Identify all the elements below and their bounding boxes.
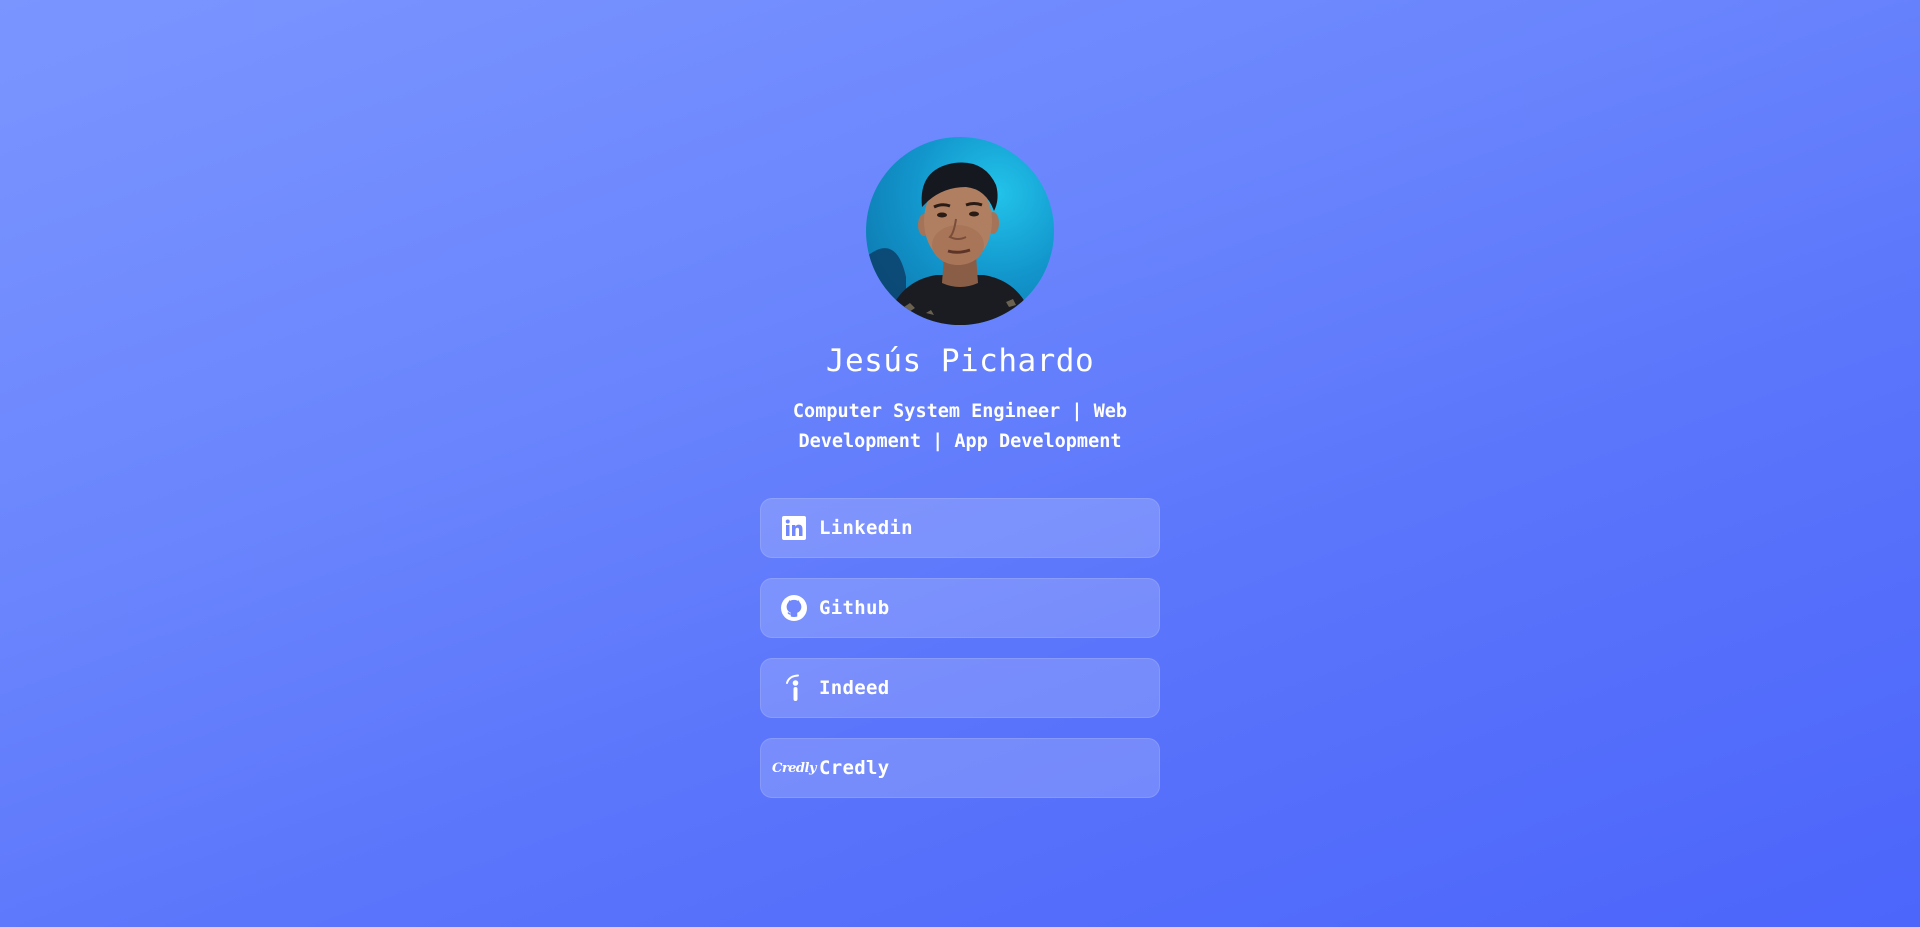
indeed-icon [781, 674, 807, 701]
github-label: Github [819, 597, 890, 619]
credly-logo-text: Credly [771, 760, 817, 776]
credly-label: Credly [819, 757, 890, 779]
avatar-photo [866, 162, 1034, 325]
linkedin-link[interactable]: Linkedin [760, 498, 1160, 558]
indeed-link[interactable]: Indeed [760, 658, 1160, 718]
github-icon [781, 595, 807, 621]
github-link[interactable]: Github [760, 578, 1160, 638]
linkedin-icon [781, 515, 807, 541]
profile-name: Jesús Pichardo [825, 343, 1095, 379]
social-links: Linkedin Github Indeed Credly Credly [760, 498, 1160, 798]
profile-bio: Computer System Engineer | Web Developme… [792, 401, 1128, 452]
indeed-label: Indeed [819, 677, 890, 699]
profile-card: Jesús Pichardo Computer System Engineer … [0, 137, 1920, 798]
credly-icon: Credly [772, 755, 817, 781]
avatar [866, 137, 1054, 325]
linkedin-label: Linkedin [819, 517, 913, 539]
credly-link[interactable]: Credly Credly [760, 738, 1160, 798]
